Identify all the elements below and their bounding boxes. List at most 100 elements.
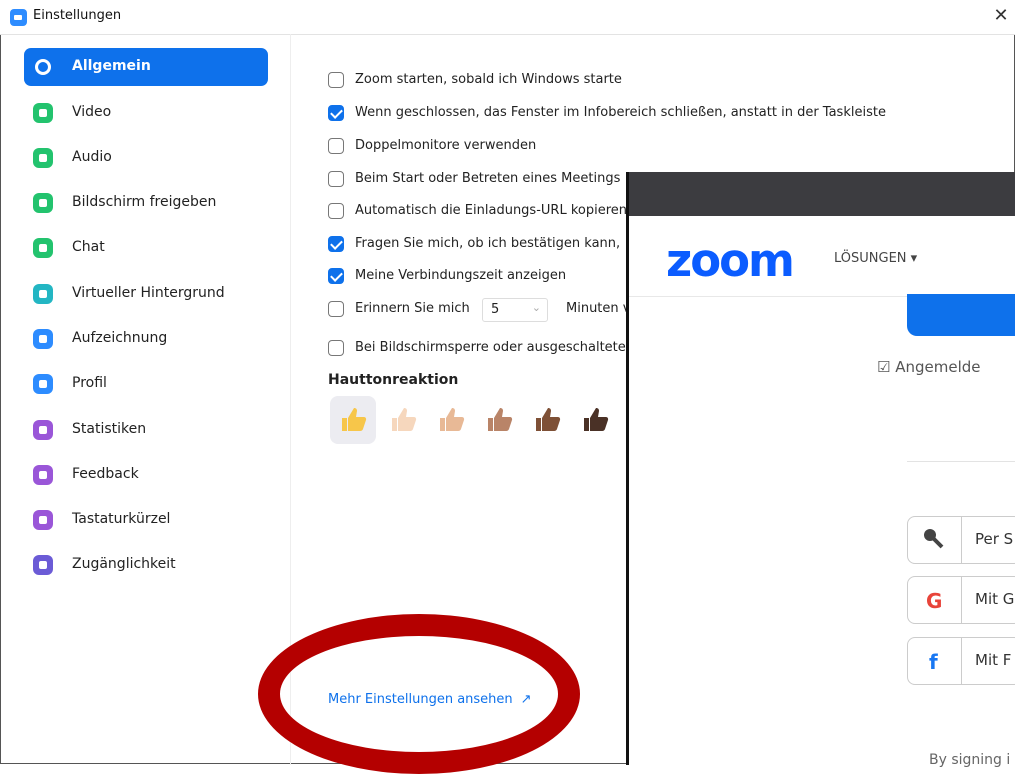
checkbox[interactable] <box>328 301 344 317</box>
zoom-logo[interactable]: zoom <box>666 234 795 287</box>
thumbs-up-icon <box>342 408 367 431</box>
option-label: Fragen Sie mich, ob ich bestätigen kann, <box>355 236 621 251</box>
google-icon: G <box>908 577 962 623</box>
chevron-down-icon: ⌄ <box>531 301 541 314</box>
sidebar-item-zugaenglichkeit[interactable]: Zugänglichkeit <box>24 546 268 584</box>
sidebar-item-video[interactable]: Video <box>24 94 268 132</box>
headphones-icon <box>33 148 53 168</box>
checkbox[interactable] <box>328 268 344 284</box>
google-sign-in-button[interactable]: G Mit G <box>907 576 1015 624</box>
sidebar-item-aufzeichnung[interactable]: Aufzeichnung <box>24 320 268 358</box>
skin-tone-shape <box>584 408 609 431</box>
option-label: Automatisch die Einladungs-URL kopieren <box>355 203 627 218</box>
skin-tone-heading: Hauttonreaktion <box>328 372 459 388</box>
sso-label: Per S <box>975 530 1014 548</box>
sidebar-item-tastaturkuerzel[interactable]: Tastaturkürzel <box>24 501 268 539</box>
sidebar-item-audio[interactable]: Audio <box>24 139 268 177</box>
skin-tone-option[interactable] <box>476 396 522 444</box>
stay-signed-in-checkbox[interactable]: ☑ Angemelde <box>877 358 981 376</box>
svg-text:G: G <box>926 589 942 613</box>
checkbox[interactable] <box>328 171 344 187</box>
checkbox[interactable] <box>328 203 344 219</box>
skin-tone-shape <box>488 408 513 431</box>
sign-in-button[interactable] <box>907 294 1015 336</box>
checkbox[interactable] <box>328 72 344 88</box>
sidebar-item-virtueller-hintergrund[interactable]: Virtueller Hintergrund <box>24 275 268 313</box>
sidebar-item-chat[interactable]: Chat <box>24 229 268 267</box>
browser-top-bar <box>629 172 1015 216</box>
facebook-label: Mit F <box>975 651 1012 669</box>
checkbox[interactable] <box>328 138 344 154</box>
facebook-icon: f <box>908 638 962 684</box>
option-label: Bei Bildschirmsperre oder ausgeschaltete <box>355 340 626 355</box>
sso-button[interactable]: Per S <box>907 516 1015 564</box>
record-icon <box>33 329 53 349</box>
sidebar-item-feedback[interactable]: Feedback <box>24 456 268 494</box>
checkbox[interactable] <box>328 236 344 252</box>
highlight-annotation <box>258 614 580 774</box>
option-label: Zoom starten, sobald ich Windows starte <box>355 72 622 87</box>
sidebar-item-statistiken[interactable]: Statistiken <box>24 411 268 449</box>
option-label: Doppelmonitore verwenden <box>355 138 537 153</box>
window-title: Einstellungen <box>33 8 122 23</box>
thumbs-up-icon <box>536 408 561 431</box>
skin-tone-shape <box>440 408 465 431</box>
statistics-icon <box>33 420 53 440</box>
sidebar-item-label: Feedback <box>72 466 139 482</box>
chat-icon <box>33 238 53 258</box>
google-label: Mit G <box>975 590 1015 608</box>
divider <box>907 461 1015 462</box>
close-button[interactable]: ✕ <box>991 5 1011 26</box>
thumbs-up-icon <box>392 408 417 431</box>
select-value: 5 <box>491 302 500 317</box>
skin-tone-option[interactable] <box>330 396 376 444</box>
sidebar-item-label: Virtueller Hintergrund <box>72 285 225 301</box>
skin-tone-option[interactable] <box>572 396 618 444</box>
zoom-site-header: zoom LÖSUNGEN ▾ <box>629 216 1015 297</box>
share-screen-icon <box>33 193 53 213</box>
skin-tone-shape <box>536 408 561 431</box>
reminder-minutes-select[interactable]: 5 ⌄ <box>482 298 548 322</box>
sidebar-item-profil[interactable]: Profil <box>24 365 268 403</box>
sidebar-item-label: Bildschirm freigeben <box>72 194 217 210</box>
sidebar-item-label: Chat <box>72 239 105 255</box>
solutions-menu[interactable]: LÖSUNGEN ▾ <box>834 251 917 266</box>
sidebar-item-allgemein[interactable]: Allgemein <box>24 48 268 86</box>
skin-tone-option[interactable] <box>380 396 426 444</box>
facebook-sign-in-button[interactable]: f Mit F <box>907 637 1015 685</box>
accessibility-icon <box>33 555 53 575</box>
gear-icon <box>33 57 53 77</box>
sidebar-item-label: Aufzeichnung <box>72 330 168 346</box>
checkbox[interactable] <box>328 340 344 356</box>
feedback-icon <box>33 465 53 485</box>
browser-window: zoom LÖSUNGEN ▾ ☑ Angemelde Per S G Mit … <box>626 172 1015 768</box>
skin-tone-option[interactable] <box>428 396 474 444</box>
thumbs-up-icon <box>584 408 609 431</box>
thumbs-up-icon <box>440 408 465 431</box>
sidebar-item-label: Audio <box>72 149 112 165</box>
title-bar: Einstellungen ✕ <box>0 0 1015 35</box>
profile-icon <box>33 374 53 394</box>
video-icon <box>33 103 53 123</box>
skin-tone-shape <box>392 408 417 431</box>
skin-tone-shape <box>342 408 367 431</box>
sidebar-item-bildschirm-freigeben[interactable]: Bildschirm freigeben <box>24 184 268 222</box>
zoom-app-icon <box>10 9 27 26</box>
sidebar-item-label: Allgemein <box>72 58 151 74</box>
background-icon <box>33 284 53 304</box>
option-label: Beim Start oder Betreten eines Meetings <box>355 171 621 186</box>
option-label: Erinnern Sie mich <box>355 301 470 316</box>
checkbox[interactable] <box>328 105 344 121</box>
option-label: Wenn geschlossen, das Fenster im Infober… <box>355 105 886 120</box>
sidebar-item-label: Zugänglichkeit <box>72 556 176 572</box>
sidebar-item-label: Profil <box>72 375 107 391</box>
thumbs-up-icon <box>488 408 513 431</box>
settings-sidebar: Allgemein Video Audio Bildschirm freigeb… <box>10 34 291 765</box>
skin-tone-option[interactable] <box>524 396 570 444</box>
option-label: Meine Verbindungszeit anzeigen <box>355 268 567 283</box>
terms-text: By signing i <box>929 752 1011 768</box>
sidebar-item-label: Video <box>72 104 112 120</box>
sidebar-item-label: Tastaturkürzel <box>72 511 171 527</box>
keyboard-icon <box>33 510 53 530</box>
sidebar-item-label: Statistiken <box>72 421 147 437</box>
